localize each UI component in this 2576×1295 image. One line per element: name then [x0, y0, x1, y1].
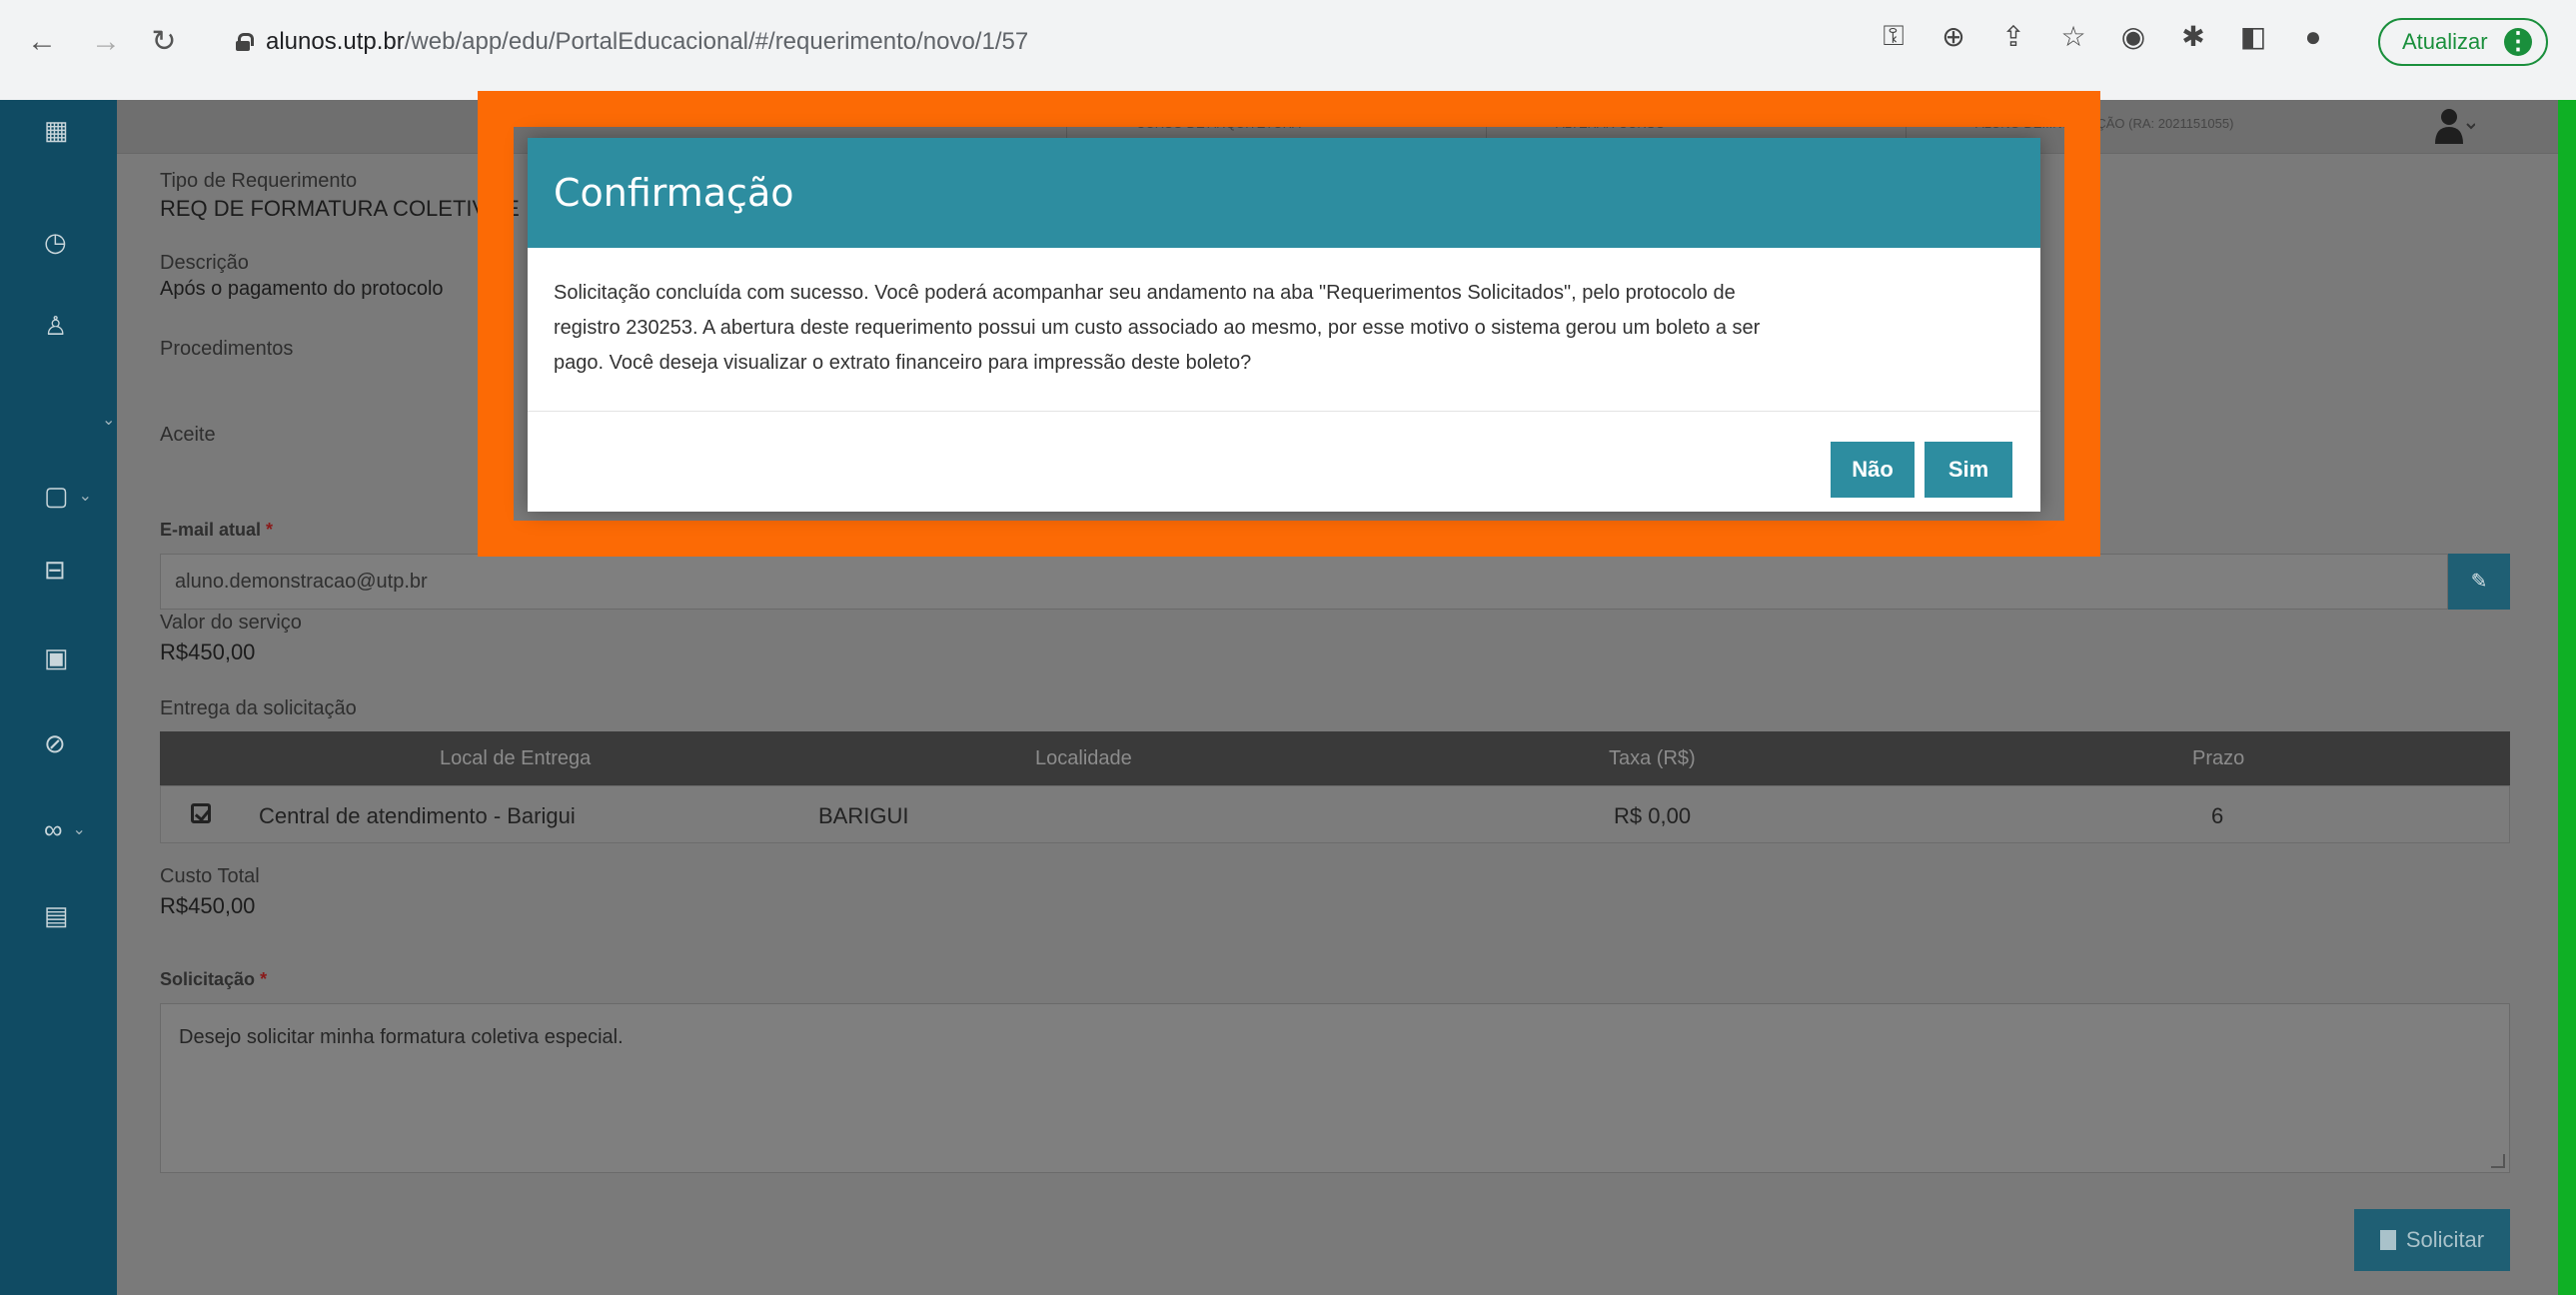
submit-button[interactable]: Solicitar: [2354, 1209, 2510, 1271]
dialog-title: Confirmação: [554, 171, 794, 215]
reload-icon[interactable]: ↻: [144, 22, 184, 62]
column-header: Prazo: [2192, 747, 2245, 769]
resize-grip-icon[interactable]: [2491, 1154, 2505, 1168]
entrega-label: Entrega da solicitação: [160, 697, 357, 719]
dialog-message-line-1: Solicitação concluída com sucesso. Você …: [554, 282, 1736, 304]
dialog-message-line-3: pago. Você deseja visualizar o extrato f…: [554, 352, 1252, 374]
confirmation-dialog: Confirmação Solicitação concluída com su…: [528, 138, 2040, 512]
browser-toolbar: ← → ↻ alunos.utp.br/web/app/edu/PortalEd…: [0, 0, 2576, 100]
descricao-label: Descrição: [160, 252, 249, 274]
required-mark: *: [266, 520, 274, 540]
valor-value: R$450,00: [160, 640, 256, 664]
yes-button[interactable]: Sim: [1925, 442, 2012, 498]
solicitacao-label: Solicitação *: [160, 969, 268, 989]
chevron-down-icon[interactable]: ⌄: [0, 390, 117, 450]
email-field[interactable]: aluno.demonstracao@utp.br: [160, 554, 2448, 610]
extension-globe-icon[interactable]: ◉: [2118, 20, 2148, 53]
forward-arrow-icon[interactable]: →: [86, 22, 126, 62]
extensions-puzzle-icon[interactable]: ✱: [2178, 20, 2208, 53]
dialog-header: Confirmação: [528, 138, 2040, 248]
cell-localidade: BARIGUI: [818, 803, 909, 828]
profile-icon[interactable]: ●: [2298, 21, 2328, 53]
clock-icon[interactable]: ◷: [0, 212, 117, 272]
key-icon: ✎: [2470, 571, 2488, 593]
document-icon: [2379, 1230, 2396, 1250]
lock-icon[interactable]: [236, 33, 254, 51]
custo-value: R$450,00: [160, 893, 256, 918]
email-label: E-mail atual *: [160, 520, 274, 540]
table-header: Local de Entrega Localidade Taxa (R$) Pr…: [160, 731, 2510, 785]
custo-label: Custo Total: [160, 865, 260, 887]
delivery-table: Local de Entrega Localidade Taxa (R$) Pr…: [160, 731, 2510, 843]
grid-icon[interactable]: ▦: [0, 100, 117, 160]
checkbox-checked-icon[interactable]: [191, 803, 211, 823]
submit-label: Solicitar: [2405, 1227, 2485, 1252]
edit-email-button[interactable]: ✎: [2448, 554, 2510, 610]
add-user-icon[interactable]: ♙: [0, 296, 117, 356]
back-arrow-icon[interactable]: ←: [22, 22, 62, 62]
column-header: Taxa (R$): [1609, 747, 1696, 769]
compass-icon[interactable]: ⊘: [0, 713, 117, 773]
sidebar: ▦ ◷ ♙ ⌄ ▢ ⌄ ⊟ ▣ ⊘ ∞ ⌄ ▤: [0, 100, 117, 1295]
no-button[interactable]: Não: [1831, 442, 1915, 498]
cell-local: Central de atendimento - Barigui: [259, 803, 576, 828]
dialog-body: Solicitação concluída com sucesso. Você …: [528, 248, 2040, 412]
solicitacao-text: Desejo solicitar minha formatura coletiv…: [179, 1026, 624, 1048]
cell-taxa: R$ 0,00: [1614, 803, 1692, 828]
update-label: Atualizar: [2402, 29, 2488, 54]
dialog-footer: Não Sim: [528, 412, 2040, 512]
menu-dots-icon[interactable]: ⋮: [2504, 28, 2532, 56]
aceite-label: Aceite: [160, 424, 216, 446]
tipo-label: Tipo de Requerimento: [160, 170, 358, 192]
update-button[interactable]: Atualizar ⋮: [2378, 18, 2548, 66]
user-avatar-icon[interactable]: [2435, 106, 2475, 146]
inbox-icon[interactable]: ⊟: [0, 540, 117, 600]
url-path: /web/app/edu/PortalEducacional/#/requeri…: [404, 28, 1029, 55]
column-header: Localidade: [1035, 747, 1132, 769]
dialog-message-line-2: registro 230253. A abertura deste requer…: [554, 317, 1761, 339]
descricao-value: Após o pagamento do protocolo: [160, 278, 444, 300]
valor-label: Valor do serviço: [160, 612, 302, 634]
bookmark-star-icon[interactable]: ☆: [2058, 20, 2088, 53]
clipboard-icon[interactable]: ▢ ⌄: [0, 466, 117, 526]
solicitacao-textarea[interactable]: Desejo solicitar minha formatura coletiv…: [160, 1003, 2510, 1173]
cell-prazo: 6: [2211, 803, 2224, 828]
zoom-icon[interactable]: ⊕: [1938, 20, 1968, 53]
table-row[interactable]: Central de atendimento - Barigui BARIGUI…: [160, 785, 2510, 843]
document-icon[interactable]: ▤: [0, 885, 117, 945]
required-mark: *: [260, 969, 268, 989]
share-icon[interactable]: ⇪: [1998, 20, 2028, 53]
tipo-value: REQ DE FORMATURA COLETIVA E: [160, 196, 520, 221]
key-icon[interactable]: ⚿: [1879, 20, 1909, 53]
column-header: Local de Entrega: [440, 747, 592, 769]
url-host: alunos.utp.br: [266, 28, 405, 55]
invoice-icon[interactable]: ▣: [0, 628, 117, 687]
procedimentos-label: Procedimentos: [160, 338, 294, 360]
side-panel-icon[interactable]: ◧: [2238, 20, 2268, 53]
address-bar[interactable]: alunos.utp.br/web/app/edu/PortalEducacio…: [200, 16, 1839, 68]
link-icon[interactable]: ∞ ⌄: [0, 799, 117, 859]
